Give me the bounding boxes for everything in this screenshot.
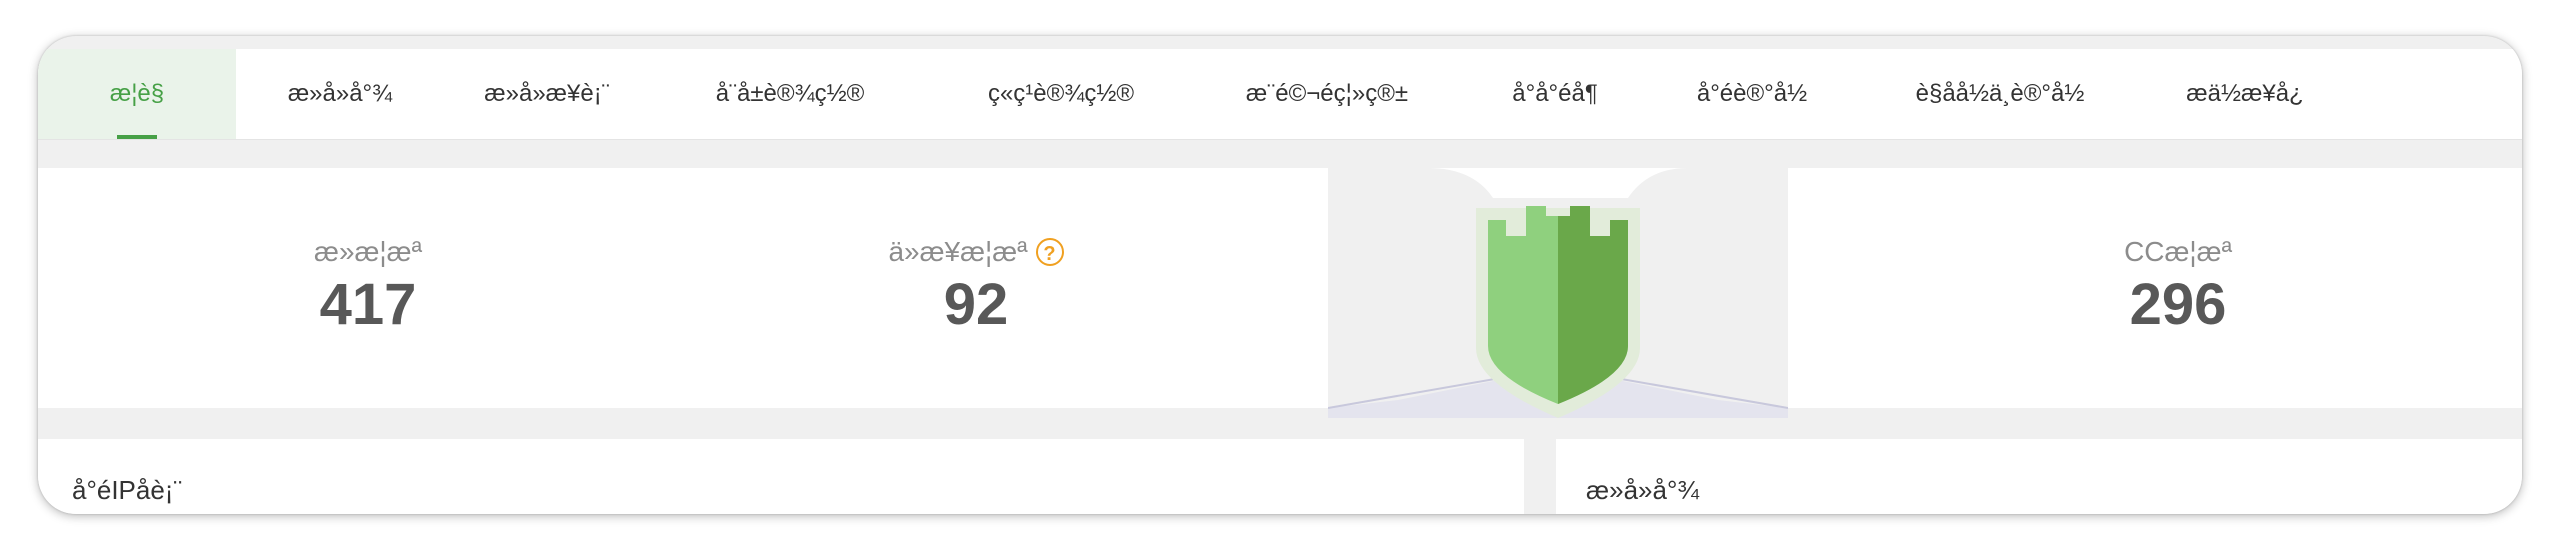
tab-label: æ»å»æ¥è¡¨ — [484, 80, 610, 107]
stat-total-intercept: æ»æ¦æª 417 — [168, 234, 568, 340]
tab-label: æ¦è§ — [109, 80, 165, 107]
tab-label: å¨å±è®¾ç½® — [715, 80, 865, 107]
stat-today-intercept: ä»æ¥æ¦æª ? 92 — [776, 234, 1176, 340]
tab-attack-map[interactable]: æ»å»å°¾ — [236, 49, 444, 139]
app-window: æ¦è§ æ»å»å°¾ æ»å»æ¥è¡¨ å¨å±è®¾ç½® ç«ç¹è®… — [38, 36, 2522, 514]
stat-label: CCæ¦æª — [2124, 236, 2232, 267]
stat-value: 92 — [943, 272, 1009, 337]
tab-label: å°å°éå¶ — [1512, 80, 1598, 107]
stat-label: ä»æ¥æ¦æª — [888, 236, 1028, 267]
stat-value: 296 — [2129, 272, 2227, 337]
tab-label: å°éè®°å½ — [1696, 80, 1808, 107]
tab-operation-log[interactable]: æä½æ¥å¿ — [2144, 49, 2346, 139]
tab-label: æ»å»å°¾ — [287, 80, 393, 107]
tab-global-settings[interactable]: å¨å±è®¾ç½® — [650, 49, 930, 139]
shield-illustration — [1328, 168, 1788, 418]
tab-label: æä½æ¥å¿ — [2186, 80, 2304, 107]
tab-label: è§åå½ä¸è®°å½ — [1915, 80, 2085, 107]
tab-block-records[interactable]: å°éè®°å½ — [1648, 49, 1856, 139]
blocked-ip-panel: å°éIPåè¡¨ — [38, 439, 1524, 514]
panel-title: æ»å»å°¾ — [1586, 475, 1700, 505]
tab-rule-hit-records[interactable]: è§åå½ä¸è®°å½ — [1856, 49, 2144, 139]
tab-site-settings[interactable]: ç«ç¹è®¾ç½® — [930, 49, 1192, 139]
tab-bar: æ¦è§ æ»å»å°¾ æ»å»æ¥è¡¨ å¨å±è®¾ç½® ç«ç¹è®… — [38, 49, 2522, 140]
tab-label: ç«ç¹è®¾ç½® — [987, 80, 1135, 107]
tab-block-limits[interactable]: å°å°éå¶ — [1462, 49, 1648, 139]
active-tab-indicator — [117, 135, 157, 139]
tab-attack-report[interactable]: æ»å»æ¥è¡¨ — [444, 49, 650, 139]
panel-title: å°éIPåè¡¨ — [72, 475, 183, 505]
attack-map-panel: æ»å»å°¾ — [1556, 439, 2522, 514]
stat-label: æ»æ¦æª — [314, 236, 422, 267]
tab-trojan-quarantine[interactable]: æ¨é©¬éç¦»ç®± — [1192, 49, 1462, 139]
question-circle-icon[interactable]: ? — [1035, 238, 1064, 266]
stat-value: 417 — [319, 272, 417, 337]
tab-overview[interactable]: æ¦è§ — [38, 49, 236, 139]
tab-label: æ¨é©¬éç¦»ç®± — [1245, 80, 1409, 107]
stat-cc-intercept: CCæ¦æª 296 — [1978, 234, 2378, 340]
